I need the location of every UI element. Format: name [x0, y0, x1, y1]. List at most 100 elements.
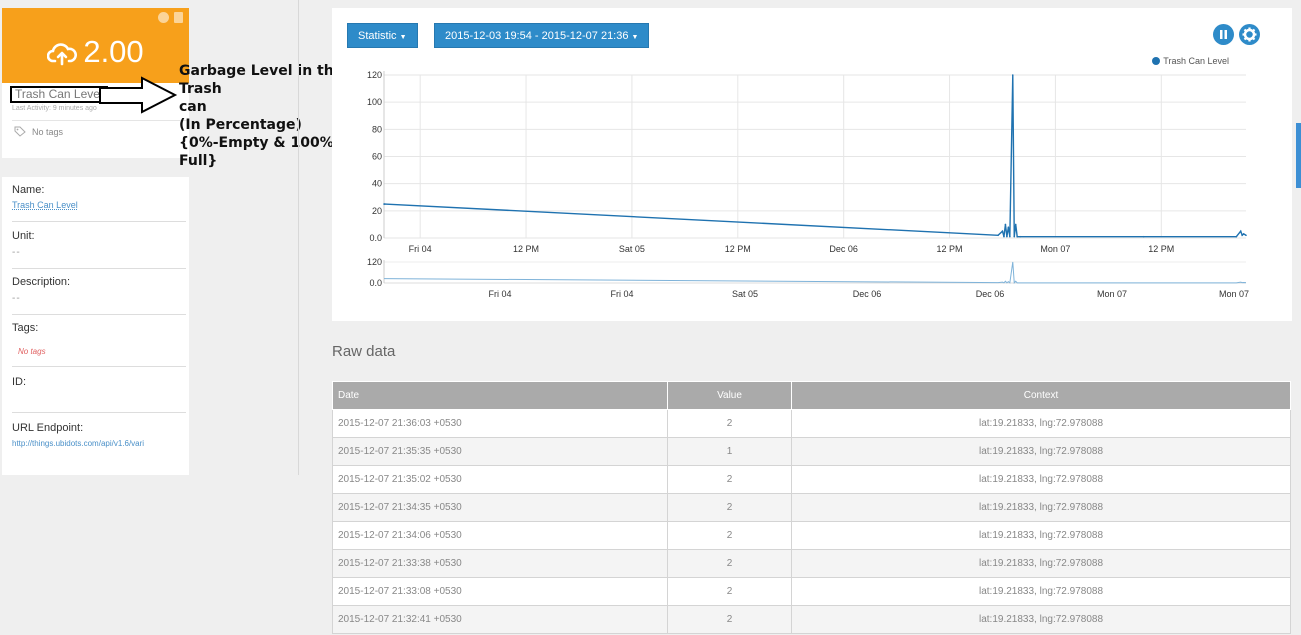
navigator-x-tick-label: Sat 05	[732, 289, 758, 299]
variable-details: Name: Trash Can Level Unit: -- Descripti…	[2, 177, 189, 475]
scrollbar-thumb[interactable]	[1296, 123, 1301, 188]
line-chart[interactable]: 0.0 20 40 60 80 100 120 Fri 04 12 PM Sat 05 12 PM D…	[332, 8, 1292, 308]
detail-label: Description:	[12, 276, 71, 288]
column-header-value[interactable]: Value	[667, 381, 792, 410]
table-row[interactable]: 2015-12-07 21:36:03 +0530 2 lat:19.21833, …	[332, 409, 1291, 438]
detail-unit: Unit: --	[12, 230, 186, 269]
data-point	[1009, 235, 1011, 238]
description-field[interactable]: --	[12, 293, 186, 304]
cell-value: 2	[667, 521, 792, 550]
navigator-x-tick-label: Mon 07	[1097, 289, 1127, 299]
x-tick-label: Fri 04	[409, 244, 432, 254]
cell-date: 2015-12-07 21:33:08 +0530	[332, 577, 668, 606]
column-header-date[interactable]: Date	[332, 381, 668, 410]
cell-value: 2	[667, 577, 792, 606]
y-tick-label: 0.0	[369, 233, 382, 243]
detail-tags: Tags: No tags	[12, 322, 186, 367]
navigator-x-tick-label: Fri 04	[488, 289, 511, 299]
cell-value: 2	[667, 605, 792, 634]
data-point	[1245, 234, 1247, 237]
x-tick-label: 12 PM	[1148, 244, 1174, 254]
data-point	[1242, 233, 1245, 235]
unit-field[interactable]: --	[12, 247, 186, 258]
cell-context: lat:19.21833, lng:72.978088	[791, 437, 1291, 466]
info-icon[interactable]	[158, 12, 169, 23]
variable-value: 2.00	[2, 34, 189, 70]
y-tick-label: 100	[367, 97, 382, 107]
navigator-x-tick-label: Mon 07	[1219, 289, 1249, 299]
data-point	[1013, 235, 1016, 238]
table-row[interactable]: 2015-12-07 21:33:38 +0530 2 lat:19.21833, …	[332, 549, 1291, 578]
tags-text: No tags	[32, 126, 64, 137]
data-point	[384, 203, 386, 205]
variable-tags[interactable]: No tags	[14, 126, 63, 137]
table-row[interactable]: 2015-12-07 21:33:08 +0530 2 lat:19.21833, …	[332, 577, 1291, 606]
data-point	[1001, 230, 1004, 233]
navigator-x-tick-label: Dec 06	[853, 289, 882, 299]
detail-label: Tags:	[12, 322, 39, 334]
table-header-row: Date Value Context	[332, 381, 1291, 410]
table-row[interactable]: 2015-12-07 21:32:41 +0530 2 lat:19.21833, …	[332, 605, 1291, 634]
cell-value: 2	[667, 465, 792, 494]
cell-value: 2	[667, 493, 792, 522]
cell-date: 2015-12-07 21:32:41 +0530	[332, 605, 668, 634]
x-tick-label: 12 PM	[513, 244, 539, 254]
cell-context: lat:19.21833, lng:72.978088	[791, 521, 1291, 550]
x-tick-label: 12 PM	[937, 244, 963, 254]
trash-icon[interactable]	[174, 12, 183, 23]
vertical-divider	[298, 0, 299, 475]
navigator-x-tick-label: Dec 06	[976, 289, 1005, 299]
cell-date: 2015-12-07 21:35:02 +0530	[332, 465, 668, 494]
detail-label: ID:	[12, 376, 27, 388]
column-header-context[interactable]: Context	[791, 381, 1291, 410]
name-field[interactable]: Trash Can Level	[12, 200, 186, 210]
navigator-y-tick-label: 0.0	[369, 278, 382, 288]
variable-card-header: 2.00	[2, 8, 189, 83]
cell-value: 2	[667, 409, 792, 438]
table-row[interactable]: 2015-12-07 21:34:06 +0530 2 lat:19.21833, …	[332, 521, 1291, 550]
x-tick-label: Sat 05	[619, 244, 645, 254]
cell-date: 2015-12-07 21:34:06 +0530	[332, 521, 668, 550]
data-point	[1142, 235, 1145, 238]
navigator-y-tick-label: 120	[367, 257, 382, 267]
cell-value: 2	[667, 549, 792, 578]
last-activity: Last Activity: 9 minutes ago	[12, 105, 97, 112]
detail-label: Name:	[12, 184, 45, 196]
data-point	[1016, 235, 1018, 238]
x-tick-label: Mon 07	[1040, 244, 1070, 254]
cell-context: lat:19.21833, lng:72.978088	[791, 493, 1291, 522]
cell-date: 2015-12-07 21:33:38 +0530	[332, 549, 668, 578]
cloud-upload-icon	[47, 43, 78, 66]
navigator-series-line	[384, 261, 1247, 285]
detail-description: Description: --	[12, 276, 186, 315]
data-point	[997, 234, 999, 237]
data-point	[1019, 235, 1021, 238]
table-row[interactable]: 2015-12-07 21:34:35 +0530 2 lat:19.21833, …	[332, 493, 1291, 522]
detail-name: Name: Trash Can Level	[12, 184, 186, 222]
detail-url: URL Endpoint: http://things.ubidots.com/…	[12, 422, 186, 462]
cell-context: lat:19.21833, lng:72.978088	[791, 465, 1291, 494]
variable-name[interactable]: Trash Can Level	[10, 86, 108, 103]
cell-context: lat:19.21833, lng:72.978088	[791, 577, 1291, 606]
y-tick-label: 40	[372, 179, 382, 189]
divider	[12, 120, 188, 121]
table-row[interactable]: 2015-12-07 21:35:35 +0530 1 lat:19.21833, …	[332, 437, 1291, 466]
cell-value: 1	[667, 437, 792, 466]
annotation-arrow-icon	[99, 76, 178, 114]
data-point	[1241, 234, 1243, 237]
raw-data-title: Raw data	[332, 343, 396, 360]
data-point	[1014, 223, 1017, 226]
detail-label: URL Endpoint:	[12, 422, 84, 434]
cell-date: 2015-12-07 21:36:03 +0530	[332, 409, 668, 438]
x-tick-label: 12 PM	[725, 244, 751, 254]
cell-context: lat:19.21833, lng:72.978088	[791, 409, 1291, 438]
url-endpoint-link[interactable]: http://things.ubidots.com/api/v1.6/vari	[12, 439, 186, 448]
variable-value-text: 2.00	[83, 34, 144, 69]
data-point	[1235, 235, 1238, 238]
cell-context: lat:19.21833, lng:72.978088	[791, 605, 1291, 634]
tags-field[interactable]: No tags	[18, 347, 186, 356]
tag-icon	[14, 126, 26, 137]
table-row[interactable]: 2015-12-07 21:35:02 +0530 2 lat:19.21833, …	[332, 465, 1291, 494]
cell-context: lat:19.21833, lng:72.978088	[791, 549, 1291, 578]
y-tick-label: 60	[372, 152, 382, 162]
